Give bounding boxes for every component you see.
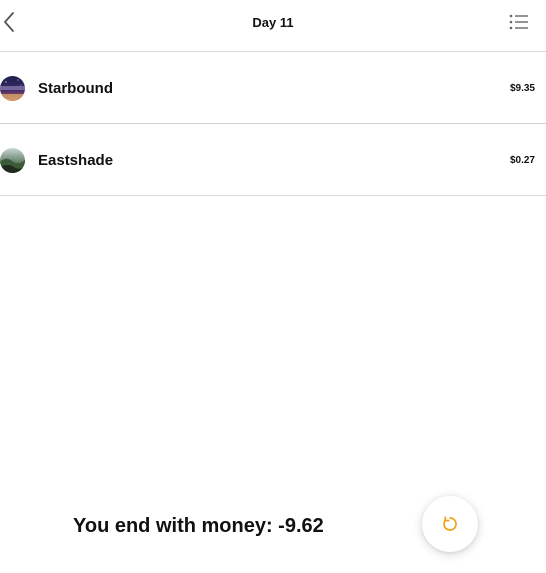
eastshade-thumbnail-icon: [0, 148, 25, 173]
list-item[interactable]: Eastshade $0.27: [0, 124, 546, 196]
item-price: $0.27: [509, 155, 535, 166]
item-price: $9.35: [509, 83, 535, 94]
page-title: Day 11: [252, 15, 294, 30]
item-name: Eastshade: [38, 152, 114, 169]
item-name: Starbound: [38, 80, 113, 97]
day-view: Day 11 Starbound $9.35 Eastshade $0.27 Y…: [0, 0, 546, 573]
item-list: Starbound $9.35 Eastshade $0.27: [0, 52, 546, 196]
header-bar: Day 11: [0, 0, 546, 52]
menu-button[interactable]: [508, 11, 530, 33]
list-item[interactable]: Starbound $9.35: [0, 52, 546, 124]
refresh-icon: [443, 516, 457, 531]
starbound-thumbnail-icon: [0, 76, 25, 101]
refresh-button[interactable]: [422, 496, 478, 552]
list-icon: [509, 14, 528, 30]
money-summary: You end with money: -9.62: [73, 515, 324, 537]
